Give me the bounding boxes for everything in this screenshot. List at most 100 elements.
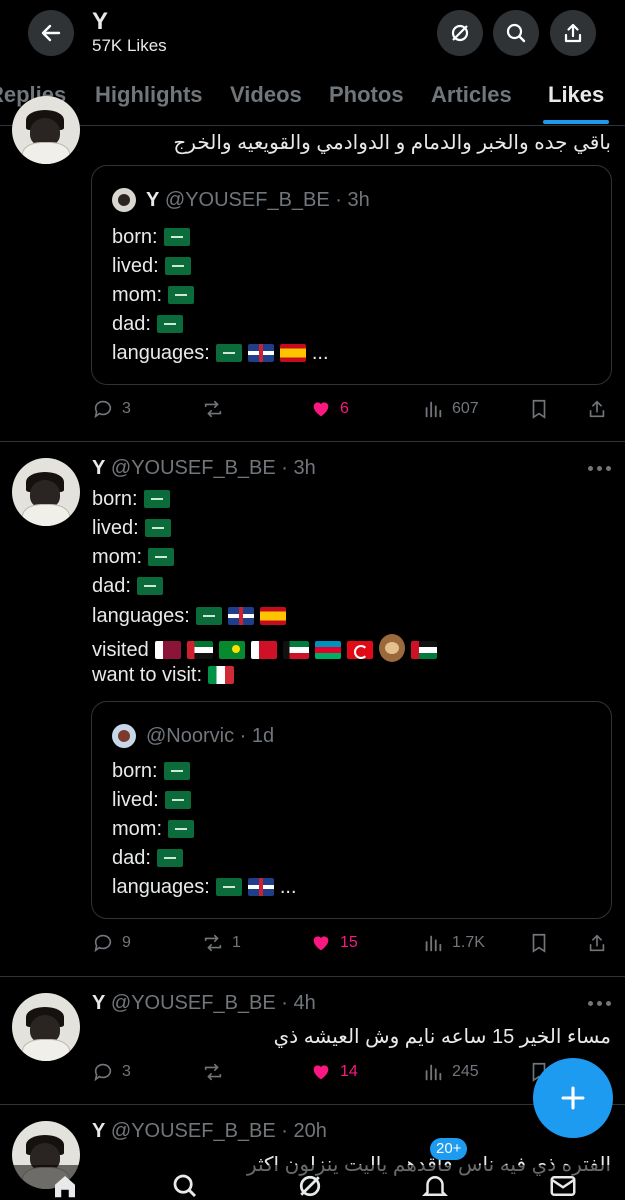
avatar[interactable] (12, 458, 80, 526)
flag-uk-icon (247, 878, 274, 896)
search-button[interactable] (493, 10, 539, 56)
notifications-icon[interactable] (420, 1171, 450, 1200)
flag-saudi-icon (215, 344, 242, 362)
author-name[interactable]: Y (92, 992, 105, 1014)
timestamp[interactable]: · 20h (281, 1120, 327, 1142)
home-icon[interactable] (50, 1171, 80, 1200)
reply-icon (94, 1063, 112, 1082)
flag-qatar-icon (154, 641, 181, 659)
tab-likes[interactable]: Likes (548, 82, 604, 108)
timestamp: · 3h (335, 189, 370, 211)
views-icon (425, 935, 442, 952)
ellipsis: ... (311, 342, 329, 364)
tweet-text: مساء الخير 15 ساعه نايم وش العيشه ذي (273, 1026, 611, 1048)
line-dad: dad: (112, 847, 151, 869)
tab-videos[interactable]: Videos (230, 82, 302, 108)
bookmark-button[interactable] (528, 932, 558, 954)
share-icon (564, 23, 582, 43)
compose-button[interactable] (533, 1058, 613, 1138)
flag-saudi-icon (164, 791, 191, 809)
repost-button[interactable]: 1 (202, 932, 241, 954)
likes-count: 57K Likes (92, 36, 167, 55)
views-icon (425, 1064, 442, 1081)
reply-button[interactable]: 9 (92, 932, 131, 954)
grok-icon (451, 24, 469, 42)
author-handle[interactable]: @YOUSEF_B_BE (111, 992, 276, 1014)
search-icon[interactable] (170, 1171, 200, 1200)
flag-saudi-icon (136, 577, 163, 595)
reply-button[interactable]: 3 (92, 1061, 131, 1083)
more-options-icon[interactable] (588, 466, 612, 472)
share-button[interactable] (550, 10, 596, 56)
line-visited: visited (92, 639, 149, 661)
flag-saudi-icon (195, 607, 222, 625)
views-button[interactable]: 245 (422, 1061, 479, 1083)
flag-jordan-icon (410, 641, 437, 659)
tab-photos[interactable]: Photos (329, 82, 404, 108)
like-button[interactable]: 6 (310, 398, 349, 420)
bookmark-button[interactable] (528, 398, 558, 420)
line-languages: languages: (112, 876, 210, 898)
line-born: born: (112, 760, 158, 782)
grok-button[interactable] (437, 10, 483, 56)
reply-button[interactable]: 3 (92, 398, 131, 420)
views-button[interactable]: 1.7K (422, 932, 485, 954)
repost-button[interactable] (202, 1061, 232, 1083)
share-tweet-button[interactable] (586, 398, 616, 420)
reply-icon (94, 400, 112, 419)
timestamp[interactable]: · 3h (281, 457, 315, 479)
avatar[interactable] (12, 96, 80, 164)
repost-button[interactable] (202, 398, 232, 420)
flag-cocos-icon (218, 641, 245, 659)
timestamp[interactable]: · 4h (281, 992, 315, 1014)
author-handle[interactable]: @YOUSEF_B_BE (111, 457, 276, 479)
views-button[interactable]: 607 (422, 398, 479, 420)
avatar (112, 188, 136, 212)
quote-tweet[interactable]: Y @YOUSEF_B_BE · 3h born: lived: mom: da… (91, 165, 612, 385)
like-count: 15 (340, 934, 358, 951)
line-dad: dad: (112, 313, 151, 335)
tweet-header: Y @YOUSEF_B_BE · 20h (92, 1120, 327, 1143)
quote-header: @Noorvic · 1d (146, 725, 274, 748)
flag-saudi-icon (156, 315, 183, 333)
flag-azerbaijan-icon (314, 641, 341, 659)
reply-count: 9 (122, 934, 131, 951)
back-button[interactable] (28, 10, 74, 56)
plus-icon (561, 1086, 585, 1110)
heart-icon (313, 402, 329, 417)
divider (0, 976, 625, 977)
grok-icon[interactable] (295, 1171, 325, 1200)
flag-italy-icon (208, 666, 235, 684)
active-tab-indicator (543, 120, 609, 124)
repost-icon (204, 400, 222, 418)
bookmark-icon (532, 933, 546, 953)
line-languages: languages: (112, 342, 210, 364)
like-button[interactable]: 14 (310, 1061, 358, 1083)
tab-articles[interactable]: Articles (431, 82, 512, 108)
messages-icon[interactable] (548, 1171, 578, 1200)
repost-icon (204, 1063, 222, 1081)
share-tweet-button[interactable] (586, 932, 616, 954)
flag-saudi-icon (163, 762, 190, 780)
share-icon (589, 400, 605, 418)
more-options-icon[interactable] (588, 1001, 612, 1007)
like-count: 14 (340, 1063, 358, 1080)
timestamp: · 1d (239, 725, 275, 747)
quote-tweet[interactable]: @Noorvic · 1d born: lived: mom: dad: lan… (91, 701, 612, 919)
bottom-nav (0, 1165, 625, 1200)
avatar[interactable] (12, 993, 80, 1061)
author-name[interactable]: Y (92, 457, 105, 479)
search-icon (506, 23, 526, 43)
like-count: 6 (340, 400, 349, 417)
profile-tabs: Replies Highlights Videos Photos Article… (0, 62, 625, 126)
flag-saudi-icon (164, 257, 191, 275)
line-mom: mom: (92, 546, 142, 568)
like-button[interactable]: 15 (310, 932, 358, 954)
repost-icon (204, 934, 222, 952)
author-name[interactable]: Y (92, 1120, 105, 1142)
author-handle[interactable]: @YOUSEF_B_BE (111, 1120, 276, 1142)
flag-uk-icon (227, 607, 254, 625)
flag-saudi-icon (168, 286, 194, 304)
tab-highlights[interactable]: Highlights (95, 82, 203, 108)
avatar (112, 724, 136, 748)
